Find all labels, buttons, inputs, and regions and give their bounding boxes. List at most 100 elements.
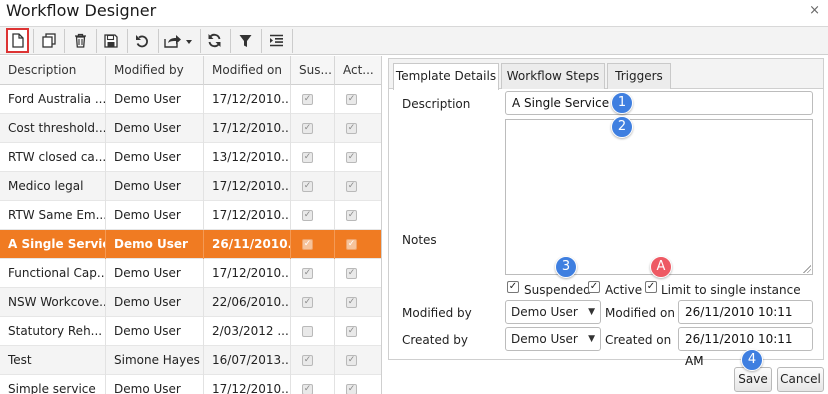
undo-button[interactable] <box>131 28 153 53</box>
new-document-icon <box>11 33 24 48</box>
cell-active: ✓ <box>335 317 381 346</box>
cell-description: Cost threshold... <box>0 114 106 143</box>
table-row[interactable]: Functional Cap... Demo User 17/12/2010... ✓… <box>0 259 381 288</box>
description-input[interactable]: A Single Service <box>505 91 813 115</box>
toolbar-separator <box>292 29 293 53</box>
cell-modified-on: 13/12/2010... <box>204 143 291 172</box>
description-label: Description <box>402 97 471 111</box>
suspended-checkbox[interactable]: ✓ <box>507 281 519 293</box>
suspended-checkbox-readonly: ✓ <box>302 152 313 163</box>
cell-active: ✓ <box>335 346 381 375</box>
cell-description: Statutory Reh... <box>0 317 106 346</box>
table-row[interactable]: Cost threshold... Demo User 17/12/2010... ✓… <box>0 114 381 143</box>
table-row[interactable]: A Single ServiceDemo User26/11/2010... ✓ ✓ <box>0 230 381 259</box>
tab-template-details[interactable]: Template Details <box>393 63 499 90</box>
table-row[interactable]: Ford Australia ... Demo User 17/12/2010...… <box>0 85 381 114</box>
copy-button[interactable] <box>38 28 60 53</box>
tab-workflow-steps[interactable]: Workflow Steps <box>501 63 605 89</box>
undo-icon <box>136 34 148 47</box>
toolbar-separator <box>33 29 34 53</box>
grid-header: Description Modified by Modified on Sus.… <box>0 56 381 85</box>
column-header-modified-on[interactable]: Modified on <box>204 56 291 85</box>
cell-suspended: ✓ <box>291 259 335 288</box>
cell-modified-on: 17/12/2010... <box>204 201 291 230</box>
refresh-button[interactable] <box>203 28 225 53</box>
cell-modified-by: Simone Hayes <box>106 346 204 375</box>
copy-icon <box>41 33 56 48</box>
cell-modified-by: Demo User <box>106 230 204 259</box>
new-document-button[interactable] <box>6 28 29 53</box>
cell-active: ✓ <box>335 85 381 114</box>
column-header-description[interactable]: Description <box>0 56 106 85</box>
cell-active: ✓ <box>335 143 381 172</box>
suspended-checkbox-readonly: ✓ <box>302 384 313 394</box>
callout-badge: 4 <box>741 349 763 371</box>
cell-description: Medico legal <box>0 172 106 201</box>
cell-modified-by: Demo User <box>106 317 204 346</box>
suspended-checkbox-readonly: ✓ <box>302 181 313 192</box>
suspended-checkbox-readonly: ✓ <box>302 123 313 134</box>
suspended-checkbox-readonly: ✓ <box>302 268 313 279</box>
column-header-modified-by[interactable]: Modified by <box>106 56 204 85</box>
cancel-button[interactable]: Cancel <box>777 367 824 392</box>
column-header-active[interactable]: Act... <box>335 56 381 85</box>
cell-description: Ford Australia ... <box>0 85 106 114</box>
cell-suspended: ✓ <box>291 230 335 259</box>
active-checkbox-readonly: ✓ <box>346 297 357 308</box>
suspended-checkbox-readonly <box>302 326 313 337</box>
close-icon[interactable]: × <box>809 3 820 18</box>
resize-grip-icon[interactable] <box>803 265 811 273</box>
suspended-checkbox-readonly: ✓ <box>302 210 313 221</box>
suspended-checkbox-readonly: ✓ <box>302 94 313 105</box>
created-on-field[interactable]: 26/11/2010 10:11 AM <box>678 327 813 368</box>
notes-textarea[interactable] <box>505 119 813 275</box>
cell-suspended: ✓ <box>291 172 335 201</box>
callout-badge: 2 <box>611 116 633 138</box>
save-toolbar-button[interactable] <box>100 28 122 53</box>
created-by-select[interactable]: Demo User ▼ <box>505 327 601 351</box>
modified-by-value: Demo User <box>511 305 578 319</box>
export-dropdown-icon <box>164 34 192 48</box>
toolbar-separator <box>158 29 159 53</box>
cell-suspended: ✓ <box>291 85 335 114</box>
list-indent-button[interactable] <box>265 28 287 53</box>
table-row[interactable]: Medico legal Demo User 17/12/2010... ✓ ✓ <box>0 172 381 201</box>
delete-icon <box>74 33 86 48</box>
cell-description: Simple service <box>0 375 106 394</box>
modified-on-field[interactable]: 26/11/2010 10:11 AM <box>678 300 813 341</box>
table-row[interactable]: Test Simone Hayes 16/07/2013... ✓ ✓ <box>0 346 381 375</box>
list-indent-icon <box>269 34 283 47</box>
modified-by-label: Modified by <box>402 306 472 320</box>
template-details-panel: Template Details Workflow Steps Triggers… <box>388 58 824 368</box>
active-checkbox-readonly: ✓ <box>346 94 357 105</box>
table-row[interactable]: Statutory Reh... Demo User 2/03/2012 ... ✓ <box>0 317 381 346</box>
toolbar-separator <box>230 29 231 53</box>
delete-button[interactable] <box>69 28 91 53</box>
tab-triggers[interactable]: Triggers <box>607 63 671 89</box>
created-by-label: Created by <box>402 333 469 347</box>
table-row[interactable]: NSW Workcove... Demo User 22/06/2010... ✓ ✓ <box>0 288 381 317</box>
cell-active: ✓ <box>335 201 381 230</box>
modified-by-select[interactable]: Demo User ▼ <box>505 300 601 324</box>
toolbar-separator <box>64 29 65 53</box>
filter-icon <box>239 34 251 47</box>
active-checkbox-readonly: ✓ <box>346 326 357 337</box>
table-row[interactable]: Simple service Demo User 17/12/2010... ✓ ✓ <box>0 375 381 394</box>
cell-modified-on: 17/12/2010... <box>204 172 291 201</box>
filter-button[interactable] <box>234 28 256 53</box>
limit-single-instance-checkbox[interactable]: ✓ <box>645 281 657 293</box>
title-bar: Workflow Designer × <box>0 0 828 24</box>
cell-modified-on: 17/12/2010... <box>204 375 291 394</box>
active-checkbox[interactable]: ✓ <box>588 281 600 293</box>
cell-suspended: ✓ <box>291 201 335 230</box>
table-row[interactable]: RTW Same Em... Demo User 17/12/2010... ✓ ✓ <box>0 201 381 230</box>
modified-on-label: Modified on <box>605 306 675 320</box>
export-dropdown-button[interactable] <box>162 28 196 53</box>
cell-suspended: ✓ <box>291 114 335 143</box>
cell-active: ✓ <box>335 288 381 317</box>
cell-description: Functional Cap... <box>0 259 106 288</box>
column-header-suspended[interactable]: Sus... <box>291 56 335 85</box>
active-checkbox-readonly: ✓ <box>346 239 357 250</box>
table-row[interactable]: RTW closed ca... Demo User 13/12/2010... ✓ ✓ <box>0 143 381 172</box>
chevron-down-icon: ▼ <box>588 334 595 344</box>
